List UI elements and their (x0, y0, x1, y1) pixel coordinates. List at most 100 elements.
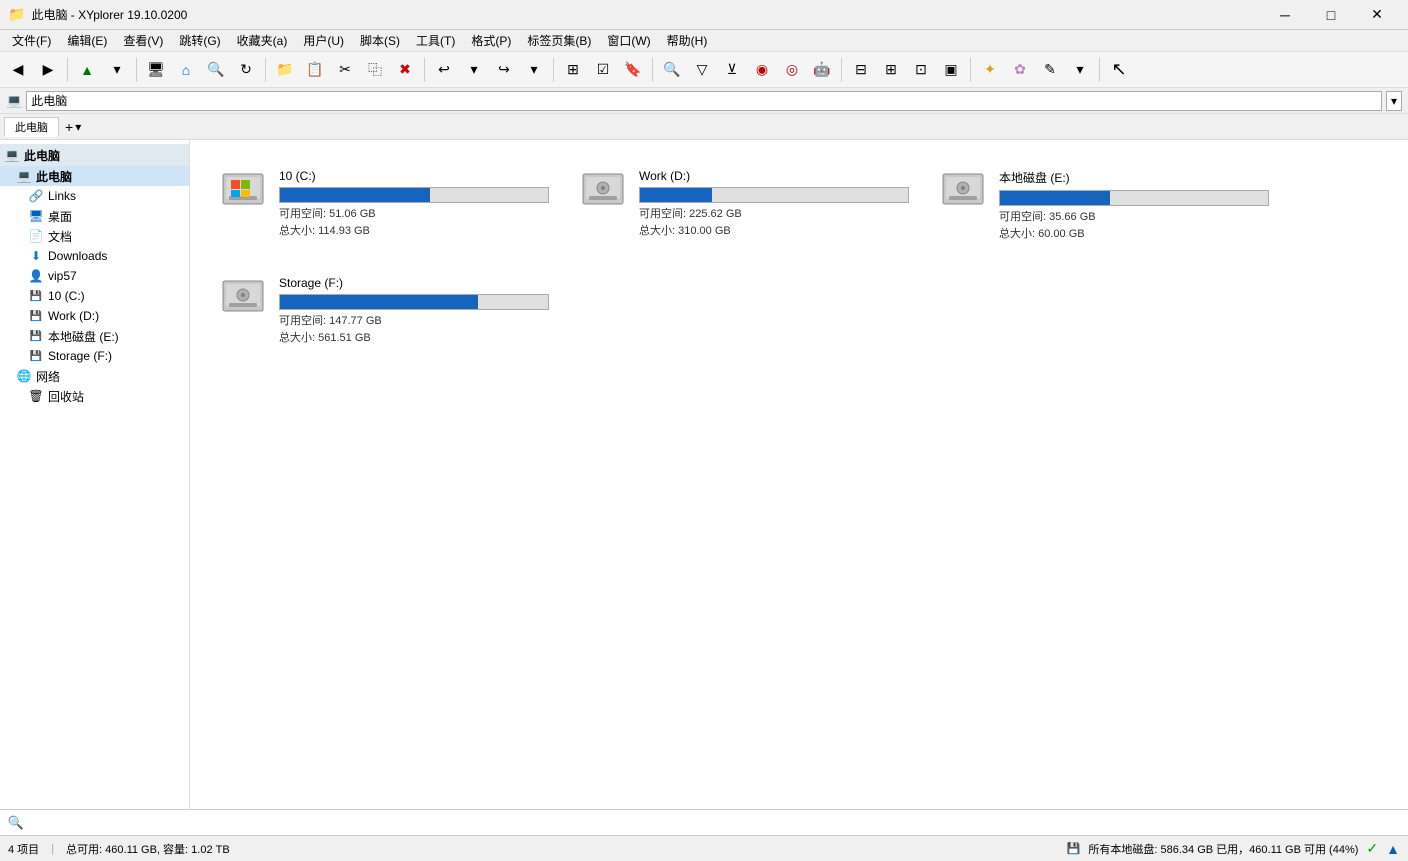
sidebar-item-e-icon: 💾 (28, 328, 44, 344)
refresh-button[interactable]: ↻ (232, 56, 260, 84)
sidebar-item-f[interactable]: 💾 Storage (F:) (0, 346, 189, 366)
drive-stats-d: 可用空间: 225.62 GB 总大小: 310.00 GB (639, 206, 909, 239)
tab-label: 此电脑 (15, 119, 48, 135)
maximize-button[interactable]: □ (1308, 0, 1354, 30)
menu-tabset[interactable]: 标签页集(B) (519, 30, 599, 51)
new-tab-button[interactable]: + (65, 119, 73, 135)
mycomputer-button[interactable]: 🖥 (142, 56, 170, 84)
drive-info-c: 10 (C:) 可用空间: 51.06 GB 总大小: 114.93 GB (279, 169, 549, 239)
address-input[interactable] (26, 91, 1382, 111)
bookmark-button[interactable]: 🔖 (619, 56, 647, 84)
drive-free-f: 可用空间: 147.77 GB (279, 313, 549, 330)
layout3-button[interactable]: ⊡ (907, 56, 935, 84)
toolbar-sep-7 (841, 58, 842, 82)
drive-total-f: 总大小: 561.51 GB (279, 330, 549, 347)
menu-goto[interactable]: 跳转(G) (171, 30, 228, 51)
sidebar-item-docs[interactable]: 📄 文档 (0, 226, 189, 246)
menu-user[interactable]: 用户(U) (295, 30, 352, 51)
up-dropdown[interactable]: ▾ (103, 56, 131, 84)
sidebar-item-this-pc-label: 此电脑 (36, 168, 72, 185)
sidebar-item-links[interactable]: 🔗 Links (0, 186, 189, 206)
android-button[interactable]: 🤖 (808, 56, 836, 84)
sidebar-item-c-label: 10 (C:) (48, 289, 85, 303)
statusbar-sep: | (51, 843, 54, 855)
sidebar-item-f-icon: 💾 (28, 348, 44, 364)
sidebar-item-vip57-icon: 👤 (28, 268, 44, 284)
back-button[interactable]: ◀ (4, 56, 32, 84)
sidebar-item-c[interactable]: 💾 10 (C:) (0, 286, 189, 306)
drive-bar-fill-e (1000, 191, 1110, 205)
search-input[interactable] (26, 813, 1402, 833)
home-button[interactable]: ⌂ (172, 56, 200, 84)
star-button[interactable]: ✦ (976, 56, 1004, 84)
new-folder-button[interactable]: 📁 (271, 56, 299, 84)
drive-bar-fill-f (280, 295, 478, 309)
undo-dropdown[interactable]: ▾ (460, 56, 488, 84)
layout1-button[interactable]: ⊟ (847, 56, 875, 84)
sidebar-item-downloads[interactable]: ⬇ Downloads (0, 246, 189, 266)
up-button[interactable]: ▲ (73, 56, 101, 84)
redo-dropdown[interactable]: ▾ (520, 56, 548, 84)
sidebar-item-d[interactable]: 💾 Work (D:) (0, 306, 189, 326)
target-button[interactable]: ◎ (778, 56, 806, 84)
drive-card-e[interactable]: 本地磁盘 (E:) 可用空间: 35.66 GB 总大小: 60.00 GB (932, 162, 1272, 249)
drive-free-d: 可用空间: 225.62 GB (639, 206, 909, 223)
toolbar-sep-1 (67, 58, 68, 82)
drive-card-c[interactable]: 10 (C:) 可用空间: 51.06 GB 总大小: 114.93 GB (212, 162, 552, 249)
searchbar: 🔍 (0, 809, 1408, 835)
menu-edit[interactable]: 编辑(E) (59, 30, 115, 51)
sidebar-item-this-pc[interactable]: 💻 此电脑 (0, 166, 189, 186)
copy-path-button[interactable]: 📋 (301, 56, 329, 84)
drive-name-c: 10 (C:) (279, 169, 549, 183)
menu-favorites[interactable]: 收藏夹(a) (229, 30, 296, 51)
minimize-button[interactable]: ─ (1262, 0, 1308, 30)
layout4-button[interactable]: ▣ (937, 56, 965, 84)
cut-button[interactable]: ✂ (331, 56, 359, 84)
cursor-button[interactable]: ↖ (1105, 56, 1133, 84)
menu-help[interactable]: 帮助(H) (659, 30, 716, 51)
pie-button[interactable]: ◉ (748, 56, 776, 84)
checkbox-toggle[interactable]: ☑ (589, 56, 617, 84)
pen-dropdown[interactable]: ▾ (1066, 56, 1094, 84)
menu-file[interactable]: 文件(F) (4, 30, 59, 51)
menu-format[interactable]: 格式(P) (463, 30, 519, 51)
flower-button[interactable]: ✿ (1006, 56, 1034, 84)
sidebar-item-network[interactable]: 🌐 网络 (0, 366, 189, 386)
panel-toggle[interactable]: ⊞ (559, 56, 587, 84)
sidebar-item-desktop[interactable]: 🖥 桌面 (0, 206, 189, 226)
drive-total-d: 总大小: 310.00 GB (639, 223, 909, 240)
filter2-button[interactable]: ⊻ (718, 56, 746, 84)
drive-card-f[interactable]: Storage (F:) 可用空间: 147.77 GB 总大小: 561.51… (212, 269, 552, 353)
filter-button[interactable]: ▽ (688, 56, 716, 84)
sidebar-item-recycle[interactable]: 🗑 回收站 (0, 386, 189, 406)
drive-stats-c: 可用空间: 51.06 GB 总大小: 114.93 GB (279, 206, 549, 239)
menu-window[interactable]: 窗口(W) (599, 30, 658, 51)
redo-button[interactable]: ↪ (490, 56, 518, 84)
pen-button[interactable]: ✎ (1036, 56, 1064, 84)
find-button[interactable]: 🔍 (202, 56, 230, 84)
layout2-button[interactable]: ⊞ (877, 56, 905, 84)
drive-free-c: 可用空间: 51.06 GB (279, 206, 549, 223)
menu-script[interactable]: 脚本(S) (352, 30, 408, 51)
drive-card-d[interactable]: Work (D:) 可用空间: 225.62 GB 总大小: 310.00 GB (572, 162, 912, 249)
sidebar-item-network-label: 网络 (36, 368, 60, 385)
undo-button[interactable]: ↩ (430, 56, 458, 84)
forward-button[interactable]: ▶ (34, 56, 62, 84)
sidebar: 💻 此电脑 💻 此电脑 🔗 Links 🖥 桌面 📄 文档 ⬇ Download… (0, 140, 190, 809)
menu-tools[interactable]: 工具(T) (408, 30, 463, 51)
sidebar-header-icon: 💻 (4, 147, 20, 163)
sidebar-item-e[interactable]: 💾 本地磁盘 (E:) (0, 326, 189, 346)
close-button[interactable]: ✕ (1354, 0, 1400, 30)
sidebar-item-vip57[interactable]: 👤 vip57 (0, 266, 189, 286)
toolbar-sep-8 (970, 58, 971, 82)
tab-this-pc[interactable]: 此电脑 (4, 117, 59, 137)
tab-dropdown-button[interactable]: ▾ (75, 120, 81, 134)
address-dropdown[interactable]: ▾ (1386, 91, 1402, 111)
delete-button[interactable]: ✖ (391, 56, 419, 84)
toolbar-sep-6 (652, 58, 653, 82)
search-button[interactable]: 🔍 (658, 56, 686, 84)
menu-view[interactable]: 查看(V) (115, 30, 171, 51)
sidebar-item-desktop-label: 桌面 (48, 208, 72, 225)
copy-button[interactable]: ⿻ (361, 56, 389, 84)
sidebar-item-e-label: 本地磁盘 (E:) (48, 328, 119, 345)
